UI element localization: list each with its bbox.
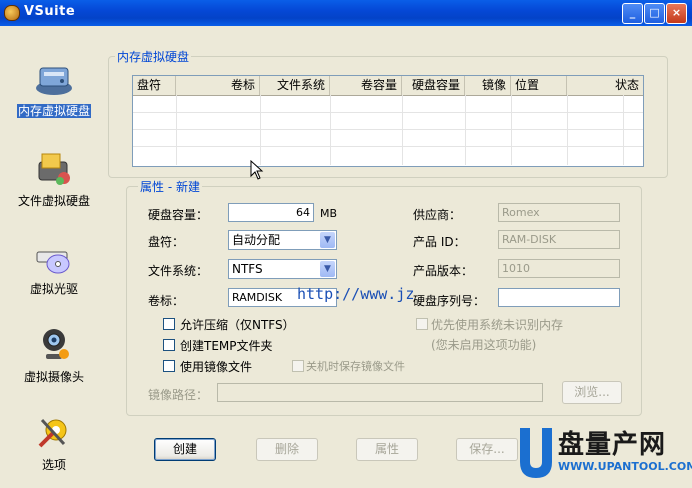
sidebar-item-label: 虚拟摄像头 [23,370,84,384]
grid-line [567,95,568,165]
maximize-button[interactable]: □ [644,3,665,24]
use-image-checkbox[interactable] [163,360,175,372]
volume-label-label: 卷标： [148,294,185,308]
product-id-input[interactable]: RAM-DISK [498,230,620,249]
sidebar-item-label: 内存虚拟硬盘 [16,104,91,118]
properties-button[interactable]: 属性 [356,438,418,461]
logo-sub-text: WWW.UPANTOOL.COM [558,460,692,473]
allow-compress-checkbox[interactable] [163,318,175,330]
allow-compress-label[interactable]: 允许压缩（仅NTFS） [180,316,295,333]
ram-disk-icon [36,67,72,95]
grid-line [511,95,512,165]
create-temp-checkbox[interactable] [163,339,175,351]
sidebar-item-virtual-cdrom[interactable]: 虚拟光驱 [0,232,108,312]
sidebar-item-ram-disk[interactable]: 内存虚拟硬盘 [0,54,108,134]
product-version-input[interactable]: 1010 [498,259,620,278]
grid-line [176,95,177,165]
close-button[interactable]: × [666,3,687,24]
sidebar-item-webcam[interactable]: 虚拟摄像头 [0,320,108,400]
options-tools-icon [38,418,67,448]
column-header-filesystem[interactable]: 文件系统 [260,76,330,95]
upantool-logo: 盘量产网 WWW.UPANTOOL.COM [516,424,692,484]
browse-button[interactable]: 浏览... [562,381,622,404]
app-logo-icon[interactable] [4,5,20,21]
u-letter-icon [520,428,552,478]
sidebar-item-options[interactable]: 选项 [0,408,108,488]
prefer-unrecognized-memory-label: 优先使用系统未识别内存 [431,318,564,332]
column-header-volume-size[interactable]: 卷容量 [330,76,402,95]
save-image-shutdown-checkbox[interactable] [292,360,304,372]
column-header-status[interactable]: 状态 [567,76,643,95]
logo-main-text: 盘量产网 [558,430,667,460]
drive-letter-label: 盘符： [148,235,185,249]
drive-letter-value: 自动分配 [232,233,281,247]
save-button[interactable]: 保存... [456,438,518,461]
sidebar: 内存虚拟硬盘 文件虚拟硬盘 虚拟光驱 虚拟摄像头 选项 [0,26,108,488]
chevron-down-icon[interactable]: ▼ [320,232,335,248]
vendor-input[interactable]: Romex [498,203,620,222]
vendor-label: 供应商： [413,208,462,222]
title-bar[interactable]: VSuite _ □ × [0,0,692,26]
disk-list-table[interactable]: 盘符 卷标 文件系统 卷容量 硬盘容量 镜像 位置 状态 [132,75,644,167]
file-disk-icon [38,153,70,185]
image-path-input[interactable] [217,383,543,402]
capacity-input[interactable]: 64 [228,203,314,222]
serial-number-label: 硬盘序列号： [413,294,486,308]
watermark-url: http://www.jz [297,285,415,303]
use-image-label[interactable]: 使用镜像文件 [180,358,252,375]
window-title: VSuite [24,4,76,19]
capacity-unit: MB [320,207,338,220]
sidebar-item-label: 虚拟光驱 [29,282,78,296]
sidebar-item-file-disk[interactable]: 文件虚拟硬盘 [0,144,108,224]
app-window: VSuite _ □ × 内存虚拟硬盘 文件虚拟硬盘 虚拟光驱 虚拟摄像头 选项… [0,0,692,488]
filesystem-value: NTFS [232,262,263,276]
properties-title: 属性 - 新建 [138,178,202,195]
drive-letter-select[interactable]: 自动分配 ▼ [228,230,337,250]
serial-number-input[interactable] [498,288,620,307]
capacity-label: 硬盘容量： [148,208,209,222]
mouse-cursor-icon [250,160,264,180]
sidebar-item-label: 选项 [41,458,66,472]
sidebar-item-label: 文件虚拟硬盘 [17,194,90,208]
create-button[interactable]: 创建 [154,438,216,461]
column-header-image[interactable]: 镜像 [465,76,511,95]
grid-line [623,95,624,165]
column-header-drive[interactable]: 盘符 [133,76,176,95]
filesystem-label: 文件系统： [148,264,209,278]
disk-list-title: 内存虚拟硬盘 [115,48,192,65]
image-path-label: 镜像路径： [148,388,209,402]
grid-line [402,95,403,165]
product-version-label: 产品版本： [413,264,474,278]
prefer-unrecognized-memory-checkbox[interactable] [416,318,428,330]
save-image-shutdown-label: 关机时保存镜像文件 [306,360,405,373]
delete-button[interactable]: 删除 [256,438,318,461]
create-temp-label[interactable]: 创建TEMP文件夹 [180,337,273,354]
virtual-cdrom-icon [36,251,70,274]
feature-unavailable-note: (您未启用这项功能) [431,338,537,352]
product-id-label: 产品 ID： [413,235,466,249]
minimize-button[interactable]: _ [622,3,643,24]
column-header-location[interactable]: 位置 [511,76,567,95]
webcam-icon [43,329,69,359]
grid-line [260,95,261,165]
grid-line [465,95,466,165]
chevron-down-icon[interactable]: ▼ [320,261,335,277]
table-header: 盘符 卷标 文件系统 卷容量 硬盘容量 镜像 位置 状态 [133,76,643,96]
column-header-volume-label[interactable]: 卷标 [176,76,260,95]
column-header-disk-size[interactable]: 硬盘容量 [402,76,465,95]
grid-line [330,95,331,165]
filesystem-select[interactable]: NTFS ▼ [228,259,337,279]
